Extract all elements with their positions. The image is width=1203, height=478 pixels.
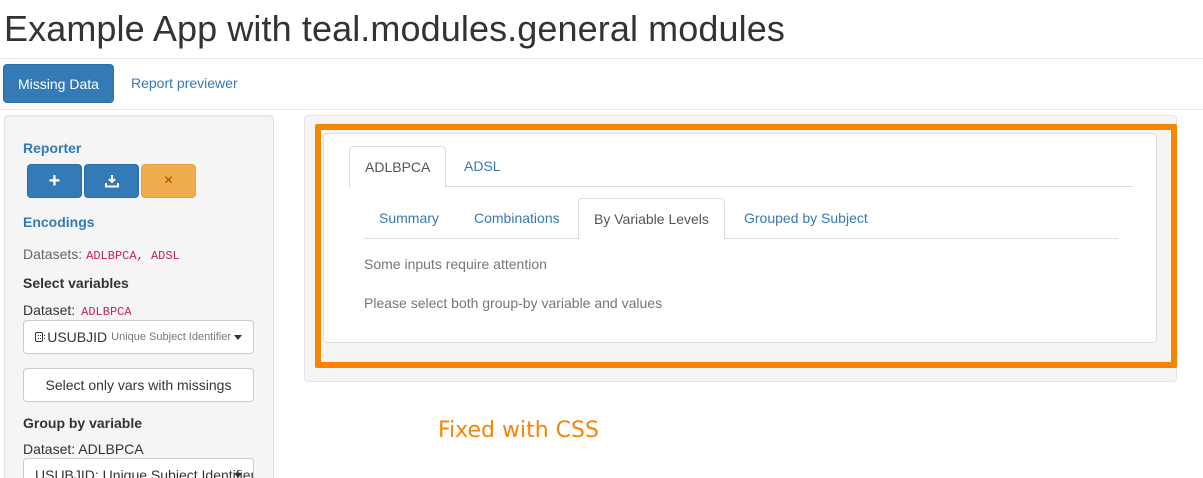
download-report-button[interactable] bbox=[84, 164, 139, 198]
datasets-label: Datasets: bbox=[23, 246, 83, 262]
plus-icon: + bbox=[48, 169, 61, 192]
chevron-down-icon bbox=[234, 335, 242, 340]
dataset-tabs: ADLBPCA ADSL bbox=[349, 146, 1133, 188]
reset-report-button[interactable]: × bbox=[141, 164, 196, 198]
variable-picker[interactable]: USUBJID Unique Subject Identifier bbox=[23, 320, 254, 354]
tab-adlbpca[interactable]: ADLBPCA bbox=[349, 146, 447, 188]
chevron-down-icon bbox=[234, 473, 242, 478]
dataset-label: Dataset: bbox=[23, 302, 76, 318]
variable-picker-label: Unique Subject Identifier bbox=[111, 331, 231, 343]
app-title: Example App with teal.modules.general mo… bbox=[4, 8, 785, 49]
select-missings-button[interactable]: Select only vars with missings bbox=[23, 368, 254, 402]
group-by-picker[interactable]: USUBJID: Unique Subject Identifier bbox=[23, 458, 254, 478]
datasets-info: Datasets: ADLBPCA, ADSL bbox=[23, 246, 180, 263]
view-tabs: Summary Combinations By Variable Levels … bbox=[364, 198, 1118, 240]
nav-divider bbox=[0, 109, 1203, 110]
validation-message-title: Some inputs require attention bbox=[364, 256, 547, 272]
nav-tab-report-previewer[interactable]: Report previewer bbox=[117, 64, 252, 103]
group-dataset-info: Dataset: ADLBPCA bbox=[23, 441, 144, 457]
tab-by-variable-levels[interactable]: By Variable Levels bbox=[578, 198, 725, 240]
group-by-label: Group by variable bbox=[23, 415, 143, 431]
validation-message-detail: Please select both group-by variable and… bbox=[364, 295, 663, 311]
annotation-text: Fixed with CSS bbox=[438, 418, 599, 443]
tab-adsl[interactable]: ADSL bbox=[449, 146, 516, 187]
reporter-heading: Reporter bbox=[23, 140, 82, 156]
tab-combinations[interactable]: Combinations bbox=[459, 198, 575, 239]
tab-grouped-by-subject[interactable]: Grouped by Subject bbox=[729, 198, 883, 239]
dataset-value: ADLBPCA bbox=[81, 305, 132, 319]
datasets-value: ADLBPCA, ADSL bbox=[86, 249, 180, 263]
group-by-picker-value: USUBJID: Unique Subject Identifier bbox=[35, 467, 254, 478]
close-icon: × bbox=[163, 172, 174, 189]
nav-tab-missing-data[interactable]: Missing Data bbox=[3, 64, 114, 103]
select-variables-label: Select variables bbox=[23, 275, 129, 291]
encodings-sidebar: Reporter + × Encodings Datasets: ADLBPCA,… bbox=[4, 115, 274, 478]
title-divider bbox=[0, 58, 1203, 59]
add-to-report-button[interactable]: + bbox=[27, 164, 82, 198]
variables-dataset-info: Dataset: ADLBPCA bbox=[23, 302, 132, 319]
main-nav: Missing Data Report previewer bbox=[0, 64, 1203, 110]
keyboard-icon bbox=[35, 332, 46, 342]
variable-picker-value: USUBJID bbox=[47, 329, 108, 345]
download-icon bbox=[104, 175, 119, 188]
encodings-heading: Encodings bbox=[23, 214, 95, 230]
tab-summary[interactable]: Summary bbox=[364, 198, 454, 239]
